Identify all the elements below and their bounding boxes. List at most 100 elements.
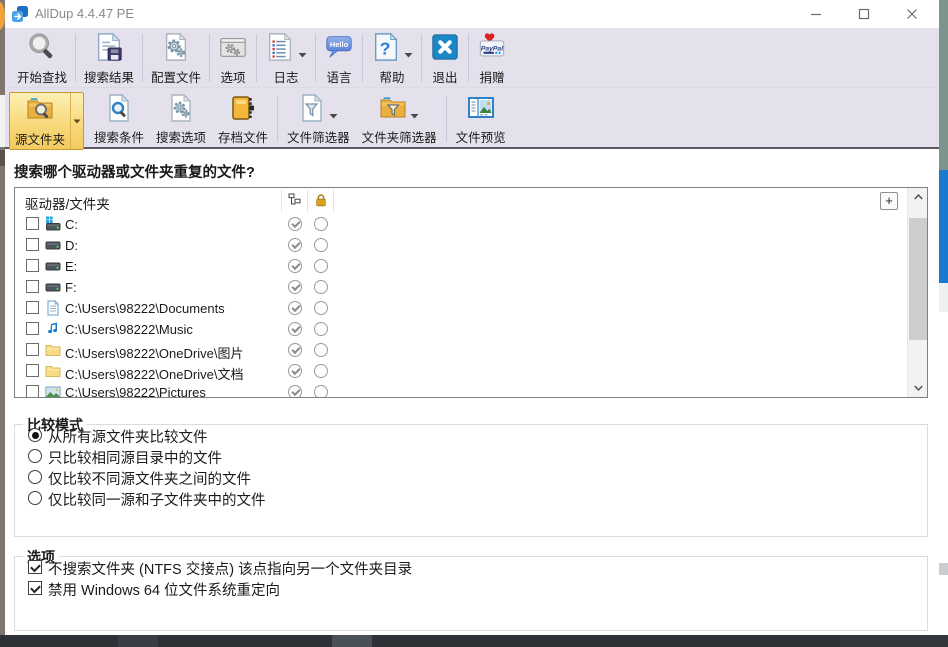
lock-toggle-unchecked[interactable] <box>314 259 328 273</box>
minimize-button[interactable] <box>793 0 839 28</box>
tab-source-folders[interactable]: 源文件夹 <box>9 92 84 150</box>
row-checkbox[interactable] <box>26 385 39 398</box>
log-button[interactable]: 日志 <box>259 31 313 86</box>
row-checkbox[interactable] <box>26 217 39 230</box>
lock-toggle-unchecked[interactable] <box>314 301 328 315</box>
scroll-up-button[interactable] <box>908 188 928 206</box>
row-checkbox[interactable] <box>26 280 39 293</box>
list-item[interactable]: D: <box>15 235 906 256</box>
help-page-icon: ? <box>371 32 401 67</box>
list-item[interactable]: F: <box>15 277 906 298</box>
chevron-down-icon[interactable] <box>298 45 307 63</box>
subfolder-recurse-icon[interactable] <box>288 193 302 207</box>
chevron-down-icon[interactable] <box>329 106 338 124</box>
alldup-app-icon <box>11 5 29 23</box>
tab-search-criteria[interactable]: 搜索条件 <box>88 92 150 146</box>
list-scrollbar[interactable] <box>907 188 927 397</box>
lock-toggle-unchecked[interactable] <box>314 385 328 398</box>
language-button[interactable]: Hello 语言 <box>318 31 360 86</box>
page-funnel-icon <box>298 94 326 127</box>
page-title: 搜索哪个驱动器或文件夹重复的文件? <box>14 161 255 182</box>
tab-search-options[interactable]: 搜索选项 <box>150 92 212 146</box>
tab-archive-files[interactable]: 存档文件 <box>212 92 274 146</box>
scrollbar-thumb[interactable] <box>909 218 927 340</box>
close-button[interactable] <box>889 0 935 28</box>
toolbar-button-label: 选项 <box>221 67 246 86</box>
lock-toggle-unchecked[interactable] <box>314 364 328 378</box>
recurse-toggle-checked[interactable] <box>288 364 302 378</box>
recurse-toggle-checked[interactable] <box>288 343 302 357</box>
list-item[interactable]: C:\Users\98222\Pictures <box>15 382 906 398</box>
lock-toggle-unchecked[interactable] <box>314 238 328 252</box>
tab-folder-filter[interactable]: 文件夹筛选器 <box>356 92 443 146</box>
checkbox-checked[interactable] <box>28 560 42 574</box>
recurse-toggle-checked[interactable] <box>288 385 302 398</box>
recurse-toggle-checked[interactable] <box>288 217 302 231</box>
radio-unselected[interactable] <box>28 449 42 463</box>
radio-option[interactable]: 从所有源文件夹比较文件 <box>28 425 927 446</box>
list-item[interactable]: E: <box>15 256 906 277</box>
recurse-toggle-checked[interactable] <box>288 259 302 273</box>
lock-icon[interactable] <box>314 193 328 207</box>
toolbar-button-label: 捐赠 <box>480 67 505 86</box>
help-button[interactable]: ? 帮助 <box>365 31 419 86</box>
row-checkbox[interactable] <box>26 364 39 377</box>
list-item[interactable]: C:\Users\98222\OneDrive\文档 <box>15 361 906 382</box>
add-folder-button[interactable]: + <box>880 192 898 210</box>
list-item[interactable]: C:\Users\98222\Documents <box>15 298 906 319</box>
lock-toggle-unchecked[interactable] <box>314 343 328 357</box>
radio-unselected[interactable] <box>28 491 42 505</box>
column-header-drive-folder[interactable]: 驱动器/文件夹 <box>25 193 110 213</box>
drive-icon <box>45 237 61 253</box>
maximize-button[interactable] <box>841 0 887 28</box>
tab-file-preview[interactable]: 文件预览 <box>450 92 512 146</box>
profiles-button[interactable]: 配置文件 <box>145 31 207 86</box>
recurse-toggle-checked[interactable] <box>288 238 302 252</box>
toolbar-button-label: 配置文件 <box>151 67 201 86</box>
donate-button[interactable]: PayPal 捐赠 <box>471 31 513 86</box>
row-checkbox[interactable] <box>26 301 39 314</box>
radio-option[interactable]: 仅比较不同源文件夹之间的文件 <box>28 467 927 488</box>
radio-option[interactable]: 只比较相同源目录中的文件 <box>28 446 927 467</box>
list-item[interactable]: C: <box>15 214 906 235</box>
toolbar-separator <box>362 34 363 82</box>
tab-label: 存档文件 <box>218 127 268 146</box>
folder-magnifier-icon <box>26 110 54 127</box>
checkbox-option[interactable]: 不搜索文件夹 (NTFS 交接点) 该点指向另一个文件夹目录 <box>28 557 927 578</box>
page-gears-icon <box>167 94 195 127</box>
question-glyph: ? <box>380 38 391 58</box>
window-title: AllDup 4.4.47 PE <box>35 6 134 21</box>
lock-toggle-unchecked[interactable] <box>314 217 328 231</box>
checkbox-label: 不搜索文件夹 (NTFS 交接点) 该点指向另一个文件夹目录 <box>48 558 412 579</box>
hello-text: Hello <box>330 40 349 49</box>
options-button[interactable]: 选项 <box>212 31 254 86</box>
row-checkbox[interactable] <box>26 322 39 335</box>
chevron-down-icon[interactable] <box>410 106 419 124</box>
chevron-down-icon[interactable] <box>404 45 413 63</box>
checkbox-option[interactable]: 禁用 Windows 64 位文件系统重定向 <box>28 578 927 599</box>
chevron-down-icon[interactable] <box>70 93 83 149</box>
titlebar: AllDup 4.4.47 PE <box>5 0 939 28</box>
lock-toggle-unchecked[interactable] <box>314 322 328 336</box>
checkbox-checked[interactable] <box>28 581 42 595</box>
exit-button[interactable]: 退出 <box>424 31 466 86</box>
tab-file-filter[interactable]: 文件筛选器 <box>281 92 356 146</box>
radio-selected[interactable] <box>28 428 42 442</box>
row-checkbox[interactable] <box>26 343 39 356</box>
list-item[interactable]: C:\Users\98222\Music <box>15 319 906 340</box>
list-item[interactable]: C:\Users\98222\OneDrive\图片 <box>15 340 906 361</box>
start-search-button[interactable]: 开始查找 <box>11 31 73 86</box>
row-checkbox[interactable] <box>26 238 39 251</box>
recurse-toggle-checked[interactable] <box>288 280 302 294</box>
recurse-toggle-checked[interactable] <box>288 301 302 315</box>
recurse-toggle-checked[interactable] <box>288 322 302 336</box>
radio-option[interactable]: 仅比较同一源和子文件夹中的文件 <box>28 488 927 509</box>
search-results-button[interactable]: 搜索结果 <box>78 31 140 86</box>
lock-toggle-unchecked[interactable] <box>314 280 328 294</box>
screen: AllDup 4.4.47 PE 开始查找 <box>0 0 948 647</box>
row-checkbox[interactable] <box>26 259 39 272</box>
scroll-down-button[interactable] <box>908 379 928 397</box>
radio-unselected[interactable] <box>28 470 42 484</box>
tab-label: 源文件夹 <box>15 129 65 148</box>
toolbar-separator <box>468 34 469 82</box>
